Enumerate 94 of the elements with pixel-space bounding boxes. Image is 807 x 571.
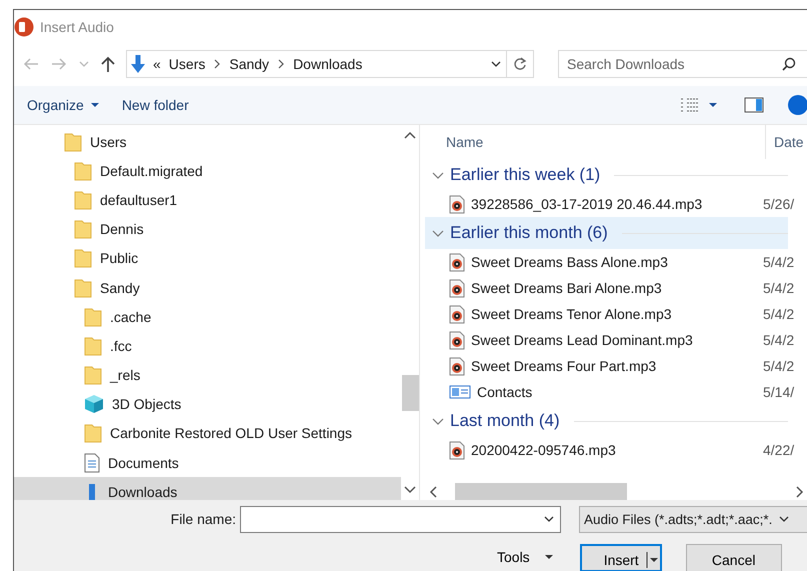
dropdown-caret-icon[interactable] bbox=[490, 59, 502, 69]
download-arrow-icon bbox=[129, 54, 147, 74]
cube-icon bbox=[84, 394, 104, 414]
folder-icon bbox=[84, 423, 102, 444]
scroll-down-icon[interactable] bbox=[404, 486, 416, 494]
date-cell-text: 4/22/ bbox=[762, 442, 794, 458]
folder-icon bbox=[84, 306, 102, 327]
window-title: Insert Audio bbox=[40, 19, 114, 35]
tree-item[interactable]: _rels bbox=[14, 360, 401, 390]
folder-icon bbox=[74, 160, 92, 181]
breadcrumb[interactable]: Users bbox=[168, 56, 206, 72]
audio-file-icon bbox=[449, 356, 465, 376]
field-label: File name: bbox=[170, 511, 236, 527]
scroll-up-icon[interactable] bbox=[404, 131, 416, 139]
scroll-right-icon[interactable] bbox=[796, 486, 804, 498]
group-header[interactable]: Last month (4) bbox=[425, 405, 788, 437]
audio-file-icon bbox=[449, 278, 465, 298]
file-name-field[interactable] bbox=[240, 506, 561, 532]
audio-file-icon bbox=[449, 252, 465, 272]
tree-item[interactable]: defaultuser1 bbox=[14, 185, 401, 215]
caret-icon bbox=[646, 552, 660, 568]
file-item[interactable]: Sweet Dreams Lead Dominant.mp3 bbox=[425, 330, 743, 350]
search-field[interactable]: Search Downloads bbox=[558, 50, 807, 78]
file-item[interactable]: Contacts bbox=[425, 384, 743, 400]
dropdown-caret-icon bbox=[778, 514, 790, 524]
organize-menu-button[interactable]: Organize bbox=[20, 93, 107, 117]
caret-icon bbox=[90, 102, 100, 108]
overflow-chevron[interactable]: « bbox=[153, 56, 161, 72]
tree-item[interactable]: Carbonite Restored OLD User Settings bbox=[14, 418, 401, 448]
cancel-button[interactable]: Cancel bbox=[686, 544, 782, 571]
caret-icon bbox=[544, 554, 554, 560]
breadcrumb[interactable]: Sandy bbox=[229, 56, 270, 72]
file-item[interactable]: 39228586_03-17-2019 20.46.44.mp3 bbox=[425, 194, 743, 214]
tree-item[interactable]: Public bbox=[14, 244, 401, 273]
app-logo-icon bbox=[14, 17, 34, 37]
folder-icon bbox=[64, 132, 82, 152]
tree-item[interactable]: Sandy bbox=[14, 272, 401, 302]
search-icon bbox=[782, 57, 796, 71]
folder-icon bbox=[74, 278, 92, 298]
tree-item[interactable]: 3D Objects bbox=[14, 390, 401, 419]
scroll-thumb[interactable] bbox=[455, 483, 627, 500]
details-view-icon bbox=[680, 98, 700, 112]
folder-icon bbox=[84, 365, 102, 386]
preview-pane-icon[interactable] bbox=[744, 97, 764, 113]
column-header[interactable]: Name bbox=[425, 125, 766, 159]
date-cell-text: 5/4/2 bbox=[762, 254, 794, 270]
scroll-left-icon[interactable] bbox=[429, 486, 437, 498]
folder-icon bbox=[74, 248, 92, 268]
date-cell-text: 5/4/2 bbox=[762, 280, 794, 296]
audio-file-icon bbox=[449, 330, 465, 350]
collapse-chevron-icon bbox=[432, 170, 444, 180]
breadcrumb-chevron-icon bbox=[213, 59, 222, 69]
folder-icon bbox=[84, 336, 102, 356]
file-item[interactable]: Sweet Dreams Bass Alone.mp3 bbox=[425, 252, 743, 272]
address-bar[interactable]: « Users Sandy Downloads bbox=[126, 50, 534, 78]
tree-item[interactable]: .cache bbox=[14, 302, 401, 332]
breadcrumb-chevron-icon bbox=[277, 59, 286, 69]
tree-item[interactable]: Downloads bbox=[14, 477, 401, 500]
new-folder-button[interactable]: New folder bbox=[114, 93, 196, 117]
date-cell-text: 5/4/2 bbox=[762, 358, 794, 374]
tree-item[interactable]: .fcc bbox=[14, 331, 401, 360]
contact-card-icon bbox=[449, 384, 471, 400]
tools-menu-button[interactable]: Tools bbox=[493, 544, 558, 570]
file-item[interactable]: Sweet Dreams Four Part.mp3 bbox=[425, 356, 743, 376]
audio-file-icon bbox=[449, 194, 465, 214]
date-cell-text: 5/26/ bbox=[762, 196, 794, 212]
refresh-icon bbox=[513, 57, 527, 71]
column-header[interactable]: Date bbox=[766, 125, 804, 159]
date-cell-text: 5/14/ bbox=[762, 384, 794, 400]
group-header[interactable]: Earlier this month (6) bbox=[425, 217, 788, 249]
tree-item[interactable]: Users bbox=[14, 127, 401, 156]
dropdown-caret-icon bbox=[543, 514, 555, 524]
insert-button[interactable]: Insert bbox=[580, 544, 662, 571]
tree-item[interactable]: Default.migrated bbox=[14, 156, 401, 186]
collapse-chevron-icon bbox=[432, 416, 444, 426]
folder-icon bbox=[74, 190, 92, 210]
file-item[interactable]: Sweet Dreams Tenor Alone.mp3 bbox=[425, 304, 743, 324]
caret-icon bbox=[708, 102, 718, 108]
audio-file-icon bbox=[449, 440, 465, 460]
breadcrumb[interactable]: Downloads bbox=[293, 56, 362, 72]
file-item[interactable]: 20200422-095746.mp3 bbox=[425, 440, 743, 460]
date-cell-text: 5/4/2 bbox=[762, 306, 794, 322]
folder-icon bbox=[74, 219, 92, 240]
collapse-chevron-icon bbox=[432, 228, 444, 238]
tree-item[interactable]: Documents bbox=[14, 448, 401, 478]
tree-item[interactable]: Dennis bbox=[14, 214, 401, 244]
up-arrow-icon[interactable] bbox=[100, 55, 116, 73]
date-cell-text: 5/4/2 bbox=[762, 332, 794, 348]
scroll-thumb[interactable] bbox=[402, 375, 418, 411]
group-header[interactable]: Earlier this week (1) bbox=[425, 159, 788, 191]
audio-file-icon bbox=[449, 304, 465, 324]
file-type-dropdown[interactable]: Audio Files (*.adts;*.adt;*.aac;*. bbox=[579, 506, 807, 532]
file-item[interactable]: Sweet Dreams Bari Alone.mp3 bbox=[425, 278, 743, 298]
document-icon bbox=[84, 452, 100, 473]
